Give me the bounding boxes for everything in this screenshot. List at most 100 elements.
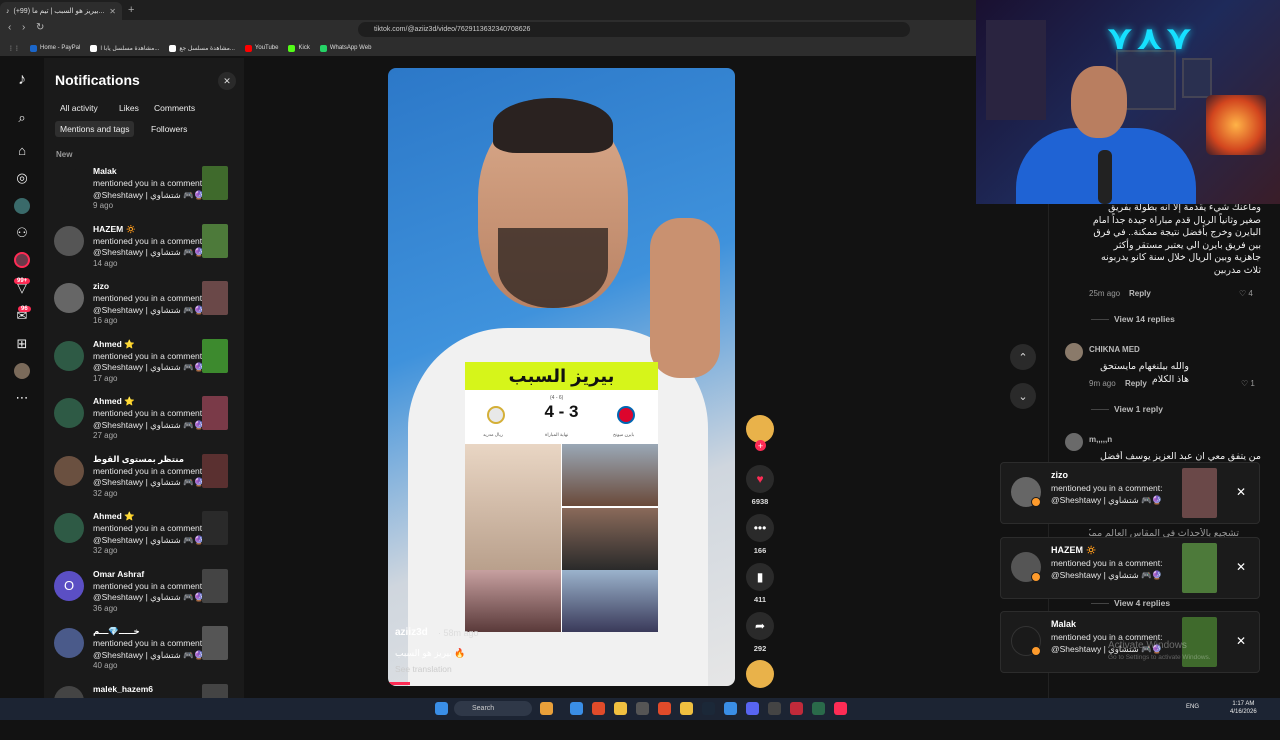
avatar[interactable] — [1065, 343, 1083, 361]
notification-user[interactable]: zizo — [93, 281, 109, 291]
notification-user[interactable]: خـــــ💎ـــم — [93, 626, 140, 637]
notification-row[interactable]: Ahmed ⭐ mentioned you in a comment: @Shes… — [54, 396, 234, 452]
notification-thumbnail[interactable] — [202, 568, 228, 603]
close-icon[interactable]: ✕ — [1236, 485, 1246, 499]
new-tab-icon[interactable]: + — [128, 4, 134, 16]
notification-thumbnail[interactable] — [202, 281, 228, 315]
filter-all-activity[interactable]: All activity — [55, 100, 103, 116]
filter-mentions[interactable]: Mentions and tags — [55, 121, 135, 137]
notification-user[interactable]: malek_hazem6 — [93, 684, 153, 694]
language-indicator[interactable]: ENG — [1186, 704, 1199, 710]
next-video-icon[interactable]: ⌄ — [1010, 383, 1036, 409]
reply-button[interactable]: Reply — [1129, 289, 1151, 298]
close-icon[interactable]: ✕ — [218, 72, 236, 90]
notification-user[interactable]: Ahmed ⭐ — [93, 511, 135, 522]
notification-user[interactable]: Ahmed ⭐ — [93, 339, 135, 350]
video-progress-bar[interactable] — [388, 682, 410, 685]
filter-followers[interactable]: Followers — [146, 121, 192, 137]
see-translation-link[interactable]: See translation — [395, 664, 452, 674]
bookmark-series-1[interactable]: مشاهدة مسلسل يابا ا... — [90, 44, 159, 52]
notification-thumbnail[interactable] — [202, 166, 228, 200]
notification-user[interactable]: HAZEM 🔅 — [93, 224, 136, 235]
edge-icon[interactable] — [570, 702, 583, 715]
steam-icon[interactable] — [702, 702, 715, 715]
avatar[interactable] — [1065, 433, 1083, 451]
tiktok-logo-icon[interactable]: ♪ — [12, 70, 32, 90]
brave-icon[interactable] — [592, 702, 605, 715]
notification-row[interactable]: Malak mentioned you in a comment: @Shesht… — [54, 166, 234, 222]
forward-icon[interactable]: › — [22, 22, 25, 33]
comment-like[interactable]: ♡ 1 — [1241, 379, 1255, 388]
notification-user[interactable]: Omar Ashraf — [93, 569, 144, 579]
notification-row[interactable]: zizo mentioned you in a comment: @Sheshta… — [54, 281, 234, 337]
app-icon[interactable] — [680, 702, 693, 715]
notification-row[interactable]: منتظر بمستوى القوط mentioned you in a com… — [54, 453, 234, 510]
view-replies-button[interactable]: View 14 replies — [1091, 314, 1175, 324]
search-icon[interactable]: ⌕ — [12, 108, 32, 128]
live-icon[interactable] — [12, 250, 32, 270]
author-avatar[interactable] — [746, 415, 774, 443]
comment-like[interactable]: ♡ 4 — [1239, 289, 1253, 298]
video-author[interactable]: aziiz3d — [395, 627, 428, 638]
bookmark-paypal[interactable]: Home - PayPal — [30, 44, 80, 52]
taskbar-search[interactable]: Search — [454, 701, 532, 716]
avatar[interactable] — [54, 398, 84, 428]
view-replies-button[interactable]: View 1 reply — [1091, 404, 1163, 414]
avatar[interactable] — [54, 283, 84, 313]
url-field[interactable]: tiktok.com/@aziiz3d/video/76291136323407… — [358, 22, 910, 37]
profile-icon[interactable] — [12, 361, 32, 381]
notification-row[interactable]: خـــــ💎ـــم mentioned you in a comment: @… — [54, 626, 234, 682]
view-replies-button[interactable]: View 4 replies — [1091, 598, 1170, 608]
calculator-icon[interactable] — [636, 702, 649, 715]
comment-author[interactable]: m,,,,,n — [1089, 435, 1112, 444]
avatar[interactable] — [54, 455, 84, 486]
follow-plus-icon[interactable]: + — [755, 440, 766, 451]
notification-thumbnail[interactable] — [202, 626, 228, 660]
bookmark-series-2[interactable]: مشاهدة مسلسل جع... — [169, 44, 235, 52]
comment-icon[interactable]: ••• — [746, 514, 774, 542]
notification-user[interactable]: Malak — [93, 166, 117, 176]
bookmark-icon[interactable]: ▮ — [746, 563, 774, 591]
tab-close-icon[interactable]: ✕ — [109, 7, 116, 16]
reload-icon[interactable]: ↻ — [36, 22, 44, 33]
notification-thumbnail[interactable] — [202, 338, 228, 373]
bookmark-youtube[interactable]: YouTube — [244, 44, 278, 52]
discord-icon[interactable] — [746, 702, 759, 715]
close-icon[interactable]: ✕ — [1236, 560, 1246, 574]
notification-user[interactable]: منتظر بمستوى القوط — [93, 454, 184, 465]
notification-row[interactable]: Ahmed ⭐ mentioned you in a comment: @Shes… — [54, 511, 234, 567]
browser-tab[interactable]: ♪ (+99) بيريز هو السبب | تيم ما... ✕ — [0, 2, 122, 20]
previous-video-icon[interactable]: ⌃ — [1010, 344, 1036, 370]
file-explorer-icon[interactable] — [614, 702, 627, 715]
tiktok-taskbar-icon[interactable] — [834, 702, 847, 715]
toast-notification[interactable]: zizo mentioned you in a comment: @Shesht… — [1000, 462, 1260, 524]
video-player[interactable]: بيريز السبب (4 - 6) 4 - 3 بايرن ميونخ نه… — [388, 68, 735, 686]
avatar[interactable]: O — [54, 570, 84, 601]
avatar[interactable] — [54, 168, 84, 198]
more-icon[interactable]: ⋯ — [12, 388, 32, 408]
back-icon[interactable]: ‹ — [8, 22, 11, 33]
app-icon[interactable] — [812, 702, 825, 715]
share-icon[interactable]: ➦ — [746, 612, 774, 640]
app-icon[interactable] — [768, 702, 781, 715]
comment-author[interactable]: CHIKNA MED — [1089, 345, 1140, 354]
notification-row[interactable]: O Omar Ashraf mentioned you in a comment: … — [54, 568, 234, 625]
edge-icon[interactable] — [724, 702, 737, 715]
system-clock[interactable]: 1:17 AM 4/16/2026 — [1230, 700, 1257, 716]
reply-button[interactable]: Reply — [1125, 379, 1147, 388]
notification-user[interactable]: Ahmed ⭐ — [93, 396, 135, 407]
home-icon[interactable]: ⌂ — [12, 140, 32, 160]
app-icon[interactable] — [790, 702, 803, 715]
chrome-icon[interactable] — [658, 702, 671, 715]
avatar[interactable] — [54, 225, 84, 256]
apps-icon[interactable]: ⋮⋮ — [8, 45, 20, 52]
avatar[interactable] — [54, 513, 84, 543]
notification-thumbnail[interactable] — [202, 223, 228, 258]
upload-icon[interactable]: ⊞ — [12, 334, 32, 354]
notification-row[interactable]: Ahmed ⭐ mentioned you in a comment: @Shes… — [54, 338, 234, 395]
avatar[interactable] — [54, 628, 84, 658]
notification-row[interactable]: HAZEM 🔅 mentioned you in a comment: @Shes… — [54, 223, 234, 280]
like-icon[interactable]: ♥ — [746, 465, 774, 493]
close-icon[interactable]: ✕ — [1236, 634, 1246, 648]
windows-start-icon[interactable] — [435, 702, 448, 715]
